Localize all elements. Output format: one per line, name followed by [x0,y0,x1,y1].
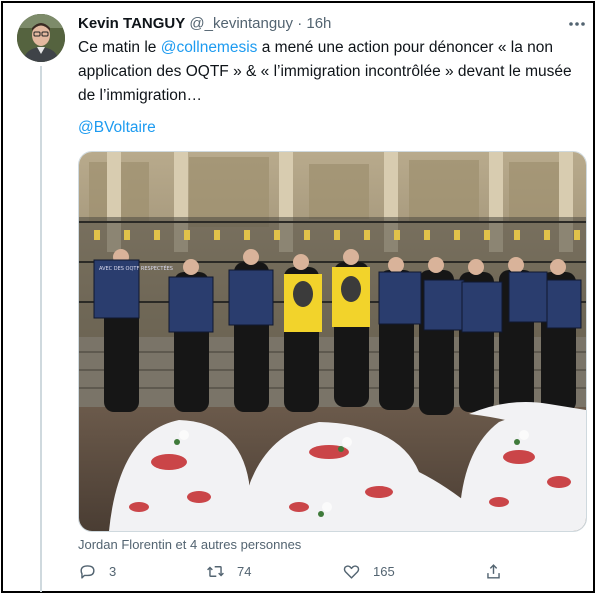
tweet-timestamp[interactable]: 16h [306,15,331,32]
like-button[interactable]: 165 [342,562,395,581]
sign-text-1: AVEC DES OQTF RESPECTÉES [99,264,173,272]
share-button[interactable] [484,562,503,581]
author-name[interactable]: Kevin TANGUY [78,15,185,32]
author-avatar[interactable] [17,14,65,62]
tag-mention-link[interactable]: @BVoltaire [78,119,156,136]
tweet-header: Kevin TANGUY @_kevintanguy · 16h [78,14,331,34]
more-dots-icon[interactable] [567,14,587,34]
tweet-text-prefix: Ce matin le [78,39,161,56]
heart-icon [343,565,360,579]
likers-summary[interactable]: Jordan Florentin et 4 autres personnes [78,537,301,552]
action-bar: 3 74 165 [78,562,508,586]
reply-bubble-icon [80,565,95,579]
tag-line: @BVoltaire [78,118,156,138]
tweet-text: Ce matin le @collnemesis a mené une acti… [78,36,578,108]
thread-line [40,66,42,592]
retweet-icon [207,566,224,577]
tweet-photo[interactable]: AVEC DES OQTF RESPECTÉES [78,151,587,532]
reply-button[interactable]: 3 [78,562,116,581]
share-upload-icon [487,564,500,579]
reply-count: 3 [109,564,117,579]
mention-link[interactable]: @collnemesis [161,39,258,56]
separator-dot: · [297,15,303,32]
author-handle[interactable]: @_kevintanguy [189,15,293,32]
retweet-count: 74 [237,564,252,579]
retweet-button[interactable]: 74 [206,562,251,581]
like-count: 165 [373,564,395,579]
